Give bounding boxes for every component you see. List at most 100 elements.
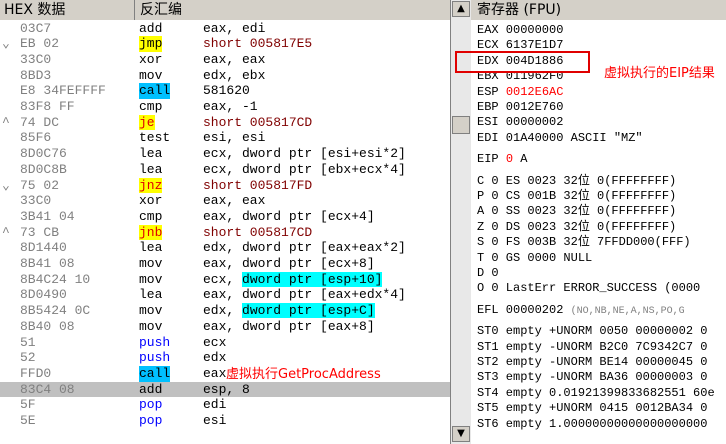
disasm-row[interactable]: 51 push ecx [0, 335, 450, 351]
register-line[interactable]: EFL 00000202 (NO,NB,NE,A,NS,PO,G [477, 303, 726, 318]
disasm-row[interactable]: 3B41 04 cmp eax, dword ptr [ecx+4] [0, 209, 450, 225]
disasm-row[interactable]: ⌄ EB 02 jmp short 005817E5 [0, 36, 450, 52]
operand: edx, dword ptr [esp+C] [203, 303, 375, 319]
register-line[interactable]: ST2 empty -UNORM BE14 00000045 0 [477, 355, 726, 370]
register-line[interactable]: EAX 00000000 [477, 23, 726, 38]
disasm-row[interactable]: 03C7 add eax, edi [0, 21, 450, 37]
hex-bytes: 8D0C76 [20, 146, 67, 162]
disasm-row[interactable]: 5F pop edi [0, 397, 450, 413]
register-line[interactable]: C 0 ES 0023 32位 0(FFFFFFFF) [477, 174, 726, 189]
disasm-row[interactable]: 8B40 08 mov eax, dword ptr [eax+8] [0, 319, 450, 335]
register-line[interactable]: ST4 empty 0.01921399833682551 60e [477, 386, 726, 401]
disasm-row[interactable]: 8D0C8B lea ecx, dword ptr [ebx+ecx*4] [0, 162, 450, 178]
mnemonic: add [139, 382, 162, 398]
operand: eax [203, 366, 226, 382]
register-line[interactable]: ST3 empty -UNORM BA36 00000003 0 [477, 370, 726, 385]
hex-bytes: 8B41 08 [20, 256, 75, 272]
hex-column-header[interactable]: HEX 数据 [4, 0, 65, 20]
eip-annotation: 虚拟执行的EIP结果 [604, 62, 715, 81]
mnemonic: add [139, 21, 162, 37]
hex-bytes: 75 02 [20, 178, 59, 194]
disasm-row[interactable]: 8D0490 lea eax, dword ptr [eax+edx*4] [0, 287, 450, 303]
disasm-row[interactable]: 83F8 FF cmp eax, -1 [0, 99, 450, 115]
register-line[interactable]: EIP 0 A [477, 152, 726, 167]
disasm-row[interactable]: FFD0 call eax [0, 366, 450, 382]
register-line[interactable]: D 0 [477, 266, 726, 281]
disasm-column-header[interactable]: 反汇编 [140, 0, 182, 20]
jump-arrow-icon: ^ [2, 225, 10, 241]
register-line[interactable]: Z 0 DS 0023 32位 0(FFFFFFFF) [477, 220, 726, 235]
scroll-up-button[interactable]: ▲ [452, 1, 470, 17]
disasm-row[interactable]: 83C4 08 add esp, 8 [0, 382, 450, 398]
mnemonic: mov [139, 319, 162, 335]
column-separator[interactable] [134, 0, 135, 20]
operand: ecx, dword ptr [esi+esi*2] [203, 146, 406, 162]
mnemonic: lea [139, 287, 162, 303]
operand: short 005817CD [203, 225, 312, 241]
register-value: 0012E6AC [506, 85, 564, 99]
register-line[interactable]: ST1 empty -UNORM B2C0 7C9342C7 0 [477, 340, 726, 355]
hex-bytes: 5E [20, 413, 36, 429]
disasm-row[interactable]: 5E pop esi [0, 413, 450, 429]
mnemonic: mov [139, 303, 162, 319]
register-line[interactable]: ST6 empty 1.00000000000000000000 [477, 417, 726, 432]
disasm-row[interactable]: 8B41 08 mov eax, dword ptr [ecx+8] [0, 256, 450, 272]
operand: eax, -1 [203, 99, 258, 115]
disasm-row[interactable]: 52 push edx [0, 350, 450, 366]
operand: esp, 8 [203, 382, 250, 398]
register-line[interactable]: ST5 empty +UNORM 0415 0012BA34 0 [477, 401, 726, 416]
operand: short 005817FD [203, 178, 312, 194]
register-line[interactable]: ESI 00000002 [477, 115, 726, 130]
disassembly-pane[interactable]: 03C7 add eax, edi ⌄ EB 02 jmp short 005817E5 33… [0, 20, 450, 444]
disasm-row[interactable]: 8B5424 0C mov edx, dword ptr [esp+C] [0, 303, 450, 319]
disasm-row[interactable]: 33C0 xor eax, eax [0, 52, 450, 68]
disasm-row[interactable]: 85F6 test esi, esi [0, 130, 450, 146]
scroll-down-button[interactable]: ▼ [452, 426, 470, 442]
hex-bytes: 73 CB [20, 225, 59, 241]
register-line[interactable]: T 0 GS 0000 NULL [477, 251, 726, 266]
register-name: ESP [477, 85, 506, 99]
mnemonic: mov [139, 272, 162, 288]
edx-highlight-box [455, 51, 590, 73]
mnemonic: push [139, 335, 170, 351]
disasm-row[interactable]: E8 34FEFFFF call 581620 [0, 83, 450, 99]
mnemonic: xor [139, 193, 162, 209]
register-line[interactable]: ESP 0012E6AC [477, 85, 726, 100]
register-line[interactable]: P 0 CS 001B 32位 0(FFFFFFFF) [477, 189, 726, 204]
operand: esi, esi [203, 130, 265, 146]
hex-bytes: 85F6 [20, 130, 51, 146]
mnemonic: pop [139, 397, 162, 413]
hex-bytes: 03C7 [20, 21, 51, 37]
hex-bytes: 52 [20, 350, 36, 366]
mnemonic: je [139, 115, 155, 131]
register-line[interactable]: ST0 empty +UNORM 0050 00000002 0 [477, 324, 726, 339]
disasm-row[interactable]: 8BD3 mov edx, ebx [0, 68, 450, 84]
scroll-thumb[interactable] [452, 116, 470, 134]
register-line[interactable]: A 0 SS 0023 32位 0(FFFFFFFF) [477, 204, 726, 219]
disasm-row[interactable]: 8D0C76 lea ecx, dword ptr [esi+esi*2] [0, 146, 450, 162]
register-line[interactable]: O 0 LastErr ERROR_SUCCESS (0000 [477, 281, 726, 296]
operand: short 005817E5 [203, 36, 312, 52]
disasm-row[interactable]: 8D1440 lea edx, dword ptr [eax+eax*2] [0, 240, 450, 256]
jump-arrow-icon: ⌄ [2, 178, 10, 194]
disasm-row[interactable]: ⌄ 75 02 jnz short 005817FD [0, 178, 450, 194]
register-line[interactable]: EBP 0012E760 [477, 100, 726, 115]
disasm-row[interactable]: ^ 74 DC je short 005817CD [0, 115, 450, 131]
operand: esi [203, 413, 226, 429]
register-line[interactable]: EDI 01A40000 ASCII "MZ" [477, 131, 726, 146]
operand: edx [203, 350, 226, 366]
disasm-row[interactable]: ^ 73 CB jnb short 005817CD [0, 225, 450, 241]
mnemonic: cmp [139, 209, 162, 225]
hex-bytes: 8B5424 0C [20, 303, 90, 319]
hex-bytes: EB 02 [20, 36, 59, 52]
register-extra: A [513, 152, 527, 166]
hex-bytes: 8BD3 [20, 68, 51, 84]
jump-arrow-icon: ^ [2, 115, 10, 131]
operand: edi [203, 397, 226, 413]
registers-pane[interactable]: EAX 00000000 ECX 6137E1D7 EDX 004D1886 EBX … [471, 20, 726, 444]
disasm-row[interactable]: 33C0 xor eax, eax [0, 193, 450, 209]
disasm-row[interactable]: 8B4C24 10 mov ecx, dword ptr [esp+10] [0, 272, 450, 288]
hex-bytes: 5F [20, 397, 36, 413]
mnemonic: xor [139, 52, 162, 68]
register-line[interactable]: S 0 FS 003B 32位 7FFDD000(FFF) [477, 235, 726, 250]
